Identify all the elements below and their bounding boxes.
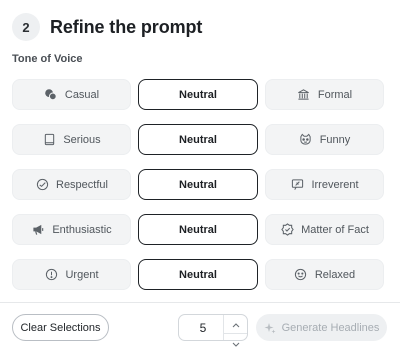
chevron-up-icon [232,315,240,333]
tone-option-label: Neutral [179,223,217,236]
generate-headlines-button[interactable]: Generate Headlines [256,314,387,341]
step-number-badge: 2 [12,13,40,41]
tone-option-urgent[interactable]: Urgent [12,259,131,290]
tone-option-label: Matter of Fact [301,223,369,236]
tone-option-matter-of-fact[interactable]: Matter of Fact [265,214,384,245]
tone-option-label: Casual [64,88,100,101]
tone-option-label: Urgent [65,268,99,281]
tone-option-label: Serious [63,133,101,146]
tone-option-serious[interactable]: Serious [12,124,131,155]
tone-option-label: Neutral [179,268,217,281]
tone-option-label: Enthusiastic [52,223,112,236]
tone-option-neutral[interactable]: Neutral [138,169,258,200]
tone-option-label: Neutral [179,178,217,191]
tone-row: Urgent Neutral Relaxed [12,259,388,290]
tone-option-irreverent[interactable]: Irreverent [265,169,384,200]
irreverent-icon [290,178,304,192]
tone-option-respectful[interactable]: Respectful [12,169,131,200]
increment-button[interactable] [224,315,247,333]
tone-option-relaxed[interactable]: Relaxed [265,259,384,290]
tone-option-enthusiastic[interactable]: Enthusiastic [12,214,131,245]
tone-option-funny[interactable]: Funny [265,124,384,155]
cat-icon [299,133,313,147]
tone-option-label: Respectful [56,178,108,191]
tone-options-grid: Casual Neutral Formal Serious Neutral Fu… [12,79,388,304]
tone-option-formal[interactable]: Formal [265,79,384,110]
tone-option-label: Relaxed [314,268,356,281]
tone-option-neutral[interactable]: Neutral [138,259,258,290]
institution-icon [297,88,311,102]
chat-bubbles-icon [44,88,58,102]
tone-option-label: Irreverent [311,178,359,191]
book-icon [42,133,56,147]
tone-row: Enthusiastic Neutral Matter of Fact [12,214,388,245]
tone-option-label: Funny [319,133,351,146]
tone-row: Casual Neutral Formal [12,79,388,110]
tone-option-neutral[interactable]: Neutral [138,79,258,110]
tone-option-casual[interactable]: Casual [12,79,131,110]
count-value[interactable]: 5 [179,321,223,335]
tone-option-label: Neutral [179,88,217,101]
smile-icon [294,268,308,282]
page-title: Refine the prompt [50,16,203,37]
alert-circle-icon [44,268,58,282]
tone-row: Respectful Neutral Irreverent [12,169,388,200]
tone-option-label: Neutral [179,133,217,146]
tone-option-neutral[interactable]: Neutral [138,124,258,155]
badge-check-icon [280,223,294,237]
sparkles-icon [264,322,276,334]
decrement-button[interactable] [224,333,247,349]
step-header: 2 Refine the prompt [12,13,202,41]
clear-selections-button[interactable]: Clear Selections [12,314,109,341]
megaphone-icon [31,223,45,237]
tone-row: Serious Neutral Funny [12,124,388,155]
chevron-down-icon [232,334,240,349]
tone-of-voice-label: Tone of Voice [12,53,83,65]
generate-headlines-label: Generate Headlines [281,321,380,334]
count-stepper[interactable]: 5 [178,314,248,347]
footer-divider [0,302,400,303]
tone-option-neutral[interactable]: Neutral [138,214,258,245]
stepper-arrows [223,315,247,347]
palette-icon [35,178,49,192]
tone-option-label: Formal [317,88,353,101]
